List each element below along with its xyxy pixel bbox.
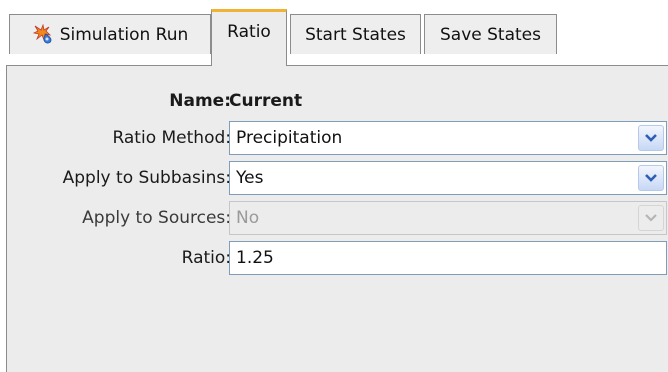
chevron-down-icon xyxy=(638,205,664,231)
apply-subbasins-row: Apply to Subbasins: Yes xyxy=(7,161,668,195)
ratio-row: Ratio: 1.25 xyxy=(7,241,668,275)
apply-sources-label: Apply to Sources: xyxy=(82,208,231,228)
chevron-down-icon[interactable] xyxy=(638,165,664,191)
apply-subbasins-value: Yes xyxy=(236,168,264,188)
name-label: Name: xyxy=(169,91,231,111)
tab-save-states[interactable]: Save States xyxy=(424,14,557,54)
tab-simulation-run-label: Simulation Run xyxy=(59,24,189,45)
tab-simulation-run[interactable]: Simulation Run xyxy=(9,14,211,54)
name-row: Name: Current xyxy=(7,84,668,118)
name-value: Current xyxy=(229,91,303,111)
tab-save-states-label: Save States xyxy=(440,24,541,45)
tab-bar: Simulation Run Ratio Start States Save S… xyxy=(0,0,668,66)
ratio-input[interactable]: 1.25 xyxy=(229,241,667,275)
ratio-method-label: Ratio Method: xyxy=(112,128,231,148)
tab-start-states[interactable]: Start States xyxy=(290,14,421,54)
ratio-method-row: Ratio Method: Precipitation xyxy=(7,121,668,155)
apply-subbasins-dropdown[interactable]: Yes xyxy=(229,161,667,195)
tab-start-states-label: Start States xyxy=(305,24,406,45)
simulation-run-icon xyxy=(32,23,54,46)
chevron-down-icon[interactable] xyxy=(638,125,664,151)
apply-subbasins-label: Apply to Subbasins: xyxy=(62,168,231,188)
ratio-method-value: Precipitation xyxy=(236,128,343,148)
apply-sources-row: Apply to Sources: No xyxy=(7,201,668,235)
ratio-method-dropdown[interactable]: Precipitation xyxy=(229,121,667,155)
tab-ratio-label: Ratio xyxy=(227,22,271,42)
apply-sources-value: No xyxy=(236,208,260,228)
ratio-panel: Name: Current Ratio Method: Precipitatio… xyxy=(6,65,668,372)
apply-sources-dropdown: No xyxy=(229,201,667,235)
ratio-label: Ratio: xyxy=(181,248,231,268)
ratio-value: 1.25 xyxy=(236,248,274,268)
tab-ratio[interactable]: Ratio xyxy=(211,9,287,66)
